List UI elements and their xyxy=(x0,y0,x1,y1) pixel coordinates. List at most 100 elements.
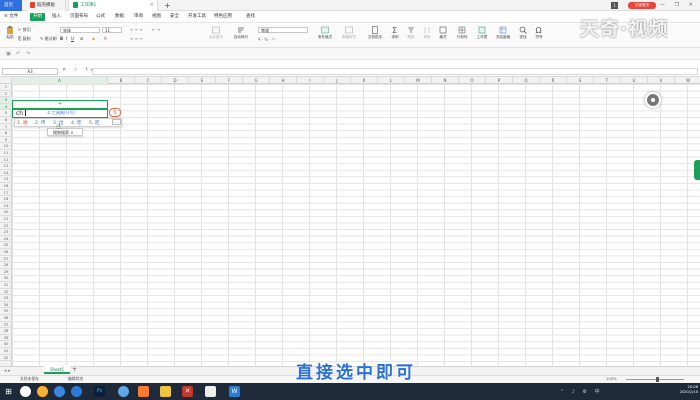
tab-home[interactable]: 首页 xyxy=(0,0,22,11)
qq-icon[interactable] xyxy=(205,386,216,397)
column-header[interactable]: D xyxy=(162,77,189,84)
column-header[interactable]: T xyxy=(594,77,621,84)
sheet-tab-sheet1[interactable]: Sheet1 xyxy=(44,366,70,374)
column-header[interactable]: M xyxy=(405,77,432,84)
screen-record-button[interactable] xyxy=(645,92,661,108)
row-header[interactable]: 24 xyxy=(0,236,12,243)
sheet-nav-arrows-icon[interactable]: ◂ ▸ xyxy=(4,368,11,374)
row-header[interactable]: 13 xyxy=(0,163,12,170)
word-icon[interactable]: W xyxy=(229,386,240,397)
ime-candidate[interactable]: 4. 吃 xyxy=(71,120,81,126)
column-header[interactable]: O xyxy=(459,77,486,84)
ime-candidate[interactable]: 2. 传 xyxy=(35,120,45,126)
tab-workbook[interactable]: 工作簿1 × xyxy=(68,0,158,11)
cut-button[interactable]: ✂ 剪切 xyxy=(18,27,31,33)
undo-icon[interactable]: ↶ xyxy=(16,51,20,57)
ime-search-button[interactable]: 搜狗搜索 × xyxy=(47,128,83,136)
menu-features[interactable]: 特色应用 xyxy=(214,13,232,21)
doc-helper-button[interactable]: 文档助手 xyxy=(366,26,384,40)
menu-review[interactable]: 审阅 xyxy=(134,13,143,21)
underline-button[interactable]: U xyxy=(71,36,74,41)
freeze-button[interactable]: 冻结窗格 xyxy=(494,26,512,40)
row-header[interactable]: 41 xyxy=(0,348,12,355)
menu-home[interactable]: 开始 xyxy=(30,13,45,21)
row-header[interactable]: 17 xyxy=(0,190,12,197)
file-menu[interactable]: ≡ 文件 xyxy=(4,13,18,21)
ime-toolbox-hint[interactable]: ① 工具箱(分号) xyxy=(47,110,75,116)
zoom-level[interactable]: 100% xyxy=(606,376,617,381)
filter-button[interactable]: 筛选 xyxy=(404,26,418,40)
add-sheet-button[interactable]: + xyxy=(72,366,77,373)
table-style-button[interactable]: 表格样式 xyxy=(340,26,358,40)
format-painter-button[interactable]: ✎ 格式刷 xyxy=(40,36,57,42)
row-header[interactable]: 3 xyxy=(0,97,12,104)
column-header[interactable]: E xyxy=(189,77,216,84)
row-header[interactable]: 37 xyxy=(0,322,12,329)
row-header[interactable]: 22 xyxy=(0,223,12,230)
column-header[interactable]: I xyxy=(297,77,324,84)
zoom-slider[interactable] xyxy=(626,379,684,380)
column-header[interactable]: N xyxy=(432,77,459,84)
merge-center-button[interactable]: 合并居中 xyxy=(207,26,225,40)
taskbar-clock[interactable]: 20:06 2020/2/10 xyxy=(668,385,698,395)
explorer-icon[interactable] xyxy=(160,386,171,397)
row-header[interactable]: 29 xyxy=(0,269,12,276)
search-icon[interactable] xyxy=(20,386,31,397)
redo-icon[interactable]: ↷ xyxy=(26,51,30,57)
column-header[interactable]: P xyxy=(486,77,513,84)
ime-page-arrows[interactable]: ‹ › xyxy=(112,119,121,125)
align-left-icon[interactable]: ≡ ≡ ≡ xyxy=(130,36,143,41)
row-header[interactable]: 33 xyxy=(0,295,12,302)
sogou-logo-icon[interactable]: S xyxy=(109,108,121,117)
worksheet-button[interactable]: 工作表 xyxy=(474,26,490,40)
column-header[interactable]: W xyxy=(675,77,700,84)
column-header[interactable]: Q xyxy=(513,77,540,84)
row-col-button[interactable]: 行和列 xyxy=(454,26,470,40)
sum-button[interactable]: Σ 求和 xyxy=(388,26,402,40)
window-controls[interactable]: — ❐ ✕ xyxy=(660,0,697,11)
row-header[interactable]: 34 xyxy=(0,302,12,309)
browser-icon[interactable] xyxy=(54,386,65,397)
column-header[interactable]: S xyxy=(567,77,594,84)
column-header[interactable]: V xyxy=(648,77,675,84)
menu-developer[interactable]: 开发工具 xyxy=(188,13,206,21)
row-header[interactable]: 5 xyxy=(0,110,12,117)
column-header[interactable]: U xyxy=(621,77,648,84)
column-header[interactable]: B xyxy=(108,77,135,84)
row-header[interactable]: 39 xyxy=(0,335,12,342)
row-header[interactable]: 4 xyxy=(0,103,12,111)
menu-formula[interactable]: 公式 xyxy=(96,13,105,21)
ime-candidate[interactable]: 1. 驰 xyxy=(17,120,27,126)
find-button[interactable]: 查找 xyxy=(516,26,530,40)
row-header[interactable]: 15 xyxy=(0,176,12,183)
new-tab-button[interactable]: + xyxy=(164,0,171,11)
column-header[interactable]: A xyxy=(12,77,108,84)
column-header[interactable]: H xyxy=(270,77,297,84)
chrome-icon[interactable] xyxy=(37,386,48,397)
close-icon[interactable]: × xyxy=(150,0,154,11)
row-header[interactable]: 35 xyxy=(0,308,12,315)
row-header[interactable]: 2 xyxy=(0,91,12,98)
column-header[interactable]: L xyxy=(378,77,405,84)
row-header[interactable]: 36 xyxy=(0,315,12,322)
row-header[interactable]: 16 xyxy=(0,183,12,190)
row-header[interactable]: 25 xyxy=(0,242,12,249)
formula-input[interactable] xyxy=(92,68,698,75)
fill-color-icon[interactable]: ◆ xyxy=(92,36,95,41)
row-header[interactable]: 18 xyxy=(0,196,12,203)
row-header[interactable]: 42 xyxy=(0,355,12,362)
row-header[interactable]: 21 xyxy=(0,216,12,223)
row-header[interactable]: 11 xyxy=(0,150,12,157)
row-header[interactable]: 6 xyxy=(0,117,12,124)
select-all-corner[interactable] xyxy=(0,77,12,84)
row-header[interactable]: 32 xyxy=(0,289,12,296)
indent-icon[interactable]: ⇤ ⇥ xyxy=(152,27,160,32)
row-header[interactable]: 14 xyxy=(0,170,12,177)
save-icon[interactable]: ▣ xyxy=(6,51,11,57)
row-header[interactable]: 10 xyxy=(0,143,12,150)
italic-button[interactable]: I xyxy=(66,36,67,41)
conditional-format-button[interactable]: 条件格式 xyxy=(316,26,334,40)
column-header[interactable]: G xyxy=(243,77,270,84)
start-icon[interactable]: ⊞ xyxy=(3,386,14,397)
photoshop-icon[interactable]: Ps xyxy=(94,386,105,397)
